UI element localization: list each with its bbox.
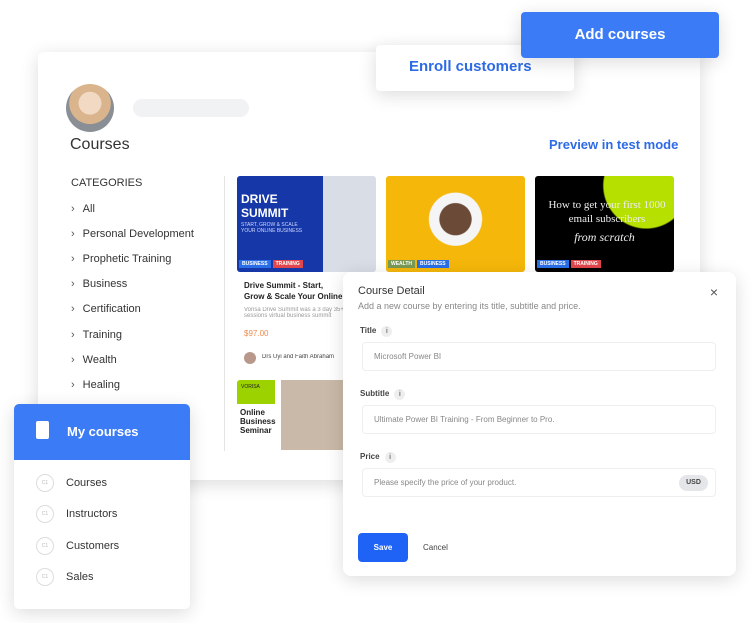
divider	[224, 176, 225, 451]
price-placeholder: Please specify the price of your product…	[374, 478, 517, 487]
info-icon[interactable]: i	[384, 452, 396, 463]
course-description: Vorisa Drive Summit was a 3 day 35+ sess…	[244, 307, 344, 319]
card-brand: VORISA	[237, 380, 275, 404]
document-icon	[36, 421, 49, 439]
price-label: Price i	[360, 452, 396, 463]
card-image-text: How to get your first 1000 email subscri…	[548, 199, 666, 225]
tag: TRAINING	[272, 260, 303, 268]
category-prophetic-training[interactable]: Prophetic Training	[71, 253, 172, 265]
close-icon[interactable]: ×	[710, 284, 718, 300]
title-label: Title i	[360, 326, 393, 337]
category-certification[interactable]: Certification	[71, 303, 141, 315]
save-button[interactable]: Save	[358, 533, 408, 562]
circle-icon: C1	[36, 537, 54, 555]
circle-icon: C1	[36, 474, 54, 492]
info-icon[interactable]: i	[394, 389, 406, 400]
cancel-button[interactable]: Cancel	[423, 543, 448, 552]
my-courses-menu: My courses C1 Courses C1 Instructors C1 Cus…	[14, 404, 190, 609]
menu-item-customers[interactable]: C1 Customers	[36, 537, 119, 555]
menu-item-sales[interactable]: C1 Sales	[36, 568, 94, 586]
course-author: Drs Uyi and Faith Abraham	[262, 354, 335, 360]
name-placeholder	[133, 99, 249, 117]
author-avatar	[244, 352, 256, 364]
page-title: Courses	[70, 136, 130, 153]
card-image-text: Online Business Seminar	[240, 408, 276, 435]
add-courses-button[interactable]: Add courses	[521, 12, 719, 58]
circle-icon: C1	[36, 568, 54, 586]
info-icon[interactable]: i	[381, 326, 393, 337]
menu-title: My courses	[67, 424, 139, 439]
subtitle-input[interactable]: Ultimate Power BI Training - From Beginn…	[362, 405, 716, 434]
menu-item-label: Instructors	[66, 508, 118, 520]
modal-subtitle: Add a new course by entering its title, …	[358, 301, 581, 311]
menu-item-label: Customers	[66, 540, 120, 552]
category-personal-development[interactable]: Personal Development	[71, 228, 194, 240]
circle-icon: C1	[36, 505, 54, 523]
tag: BUSINESS	[537, 260, 569, 268]
price-input[interactable]: Please specify the price of your product…	[362, 468, 716, 497]
course-card-image[interactable]: How to get your first 1000 email subscri…	[535, 176, 674, 272]
course-price: $97.00	[244, 329, 269, 338]
my-courses-header[interactable]: My courses	[14, 404, 190, 460]
category-all[interactable]: All	[71, 203, 95, 215]
category-healing[interactable]: Healing	[71, 379, 120, 391]
category-business[interactable]: Business	[71, 278, 128, 290]
subtitle-label: Subtitle i	[360, 389, 406, 400]
currency-selector[interactable]: USD	[679, 475, 708, 491]
course-title[interactable]: Drive Summit - Start, Grow & Scale Your …	[244, 280, 344, 302]
course-card-image[interactable]: VORISA Online Business Seminar	[237, 380, 347, 450]
menu-item-courses[interactable]: C1 Courses	[36, 474, 107, 492]
avatar	[66, 84, 114, 132]
course-card-image[interactable]: WEALTH BUSINESS	[386, 176, 525, 272]
preview-test-mode-link[interactable]: Preview in test mode	[549, 137, 678, 152]
title-input[interactable]: Microsoft Power BI	[362, 342, 716, 371]
card-image-script: from scratch	[574, 230, 635, 244]
categories-heading: CATEGORIES	[71, 177, 143, 189]
course-detail-modal: Course Detail Add a new course by enteri…	[343, 272, 736, 576]
tag: WEALTH	[388, 260, 416, 268]
menu-item-label: Courses	[66, 477, 107, 489]
modal-title: Course Detail	[358, 285, 425, 297]
tag: TRAINING	[570, 260, 601, 268]
tag: BUSINESS	[417, 260, 449, 268]
menu-item-instructors[interactable]: C1 Instructors	[36, 505, 117, 523]
course-card-image[interactable]: DRIVE SUMMIT START, GROW & SCALE YOUR ON…	[237, 176, 376, 272]
category-wealth[interactable]: Wealth	[71, 354, 117, 366]
menu-item-label: Sales	[66, 571, 94, 583]
card-image-subtext: START, GROW & SCALE YOUR ONLINE BUSINESS	[241, 222, 303, 234]
tag: BUSINESS	[239, 260, 271, 268]
category-training[interactable]: Training	[71, 329, 122, 341]
card-image-text: DRIVE SUMMIT	[241, 192, 289, 220]
